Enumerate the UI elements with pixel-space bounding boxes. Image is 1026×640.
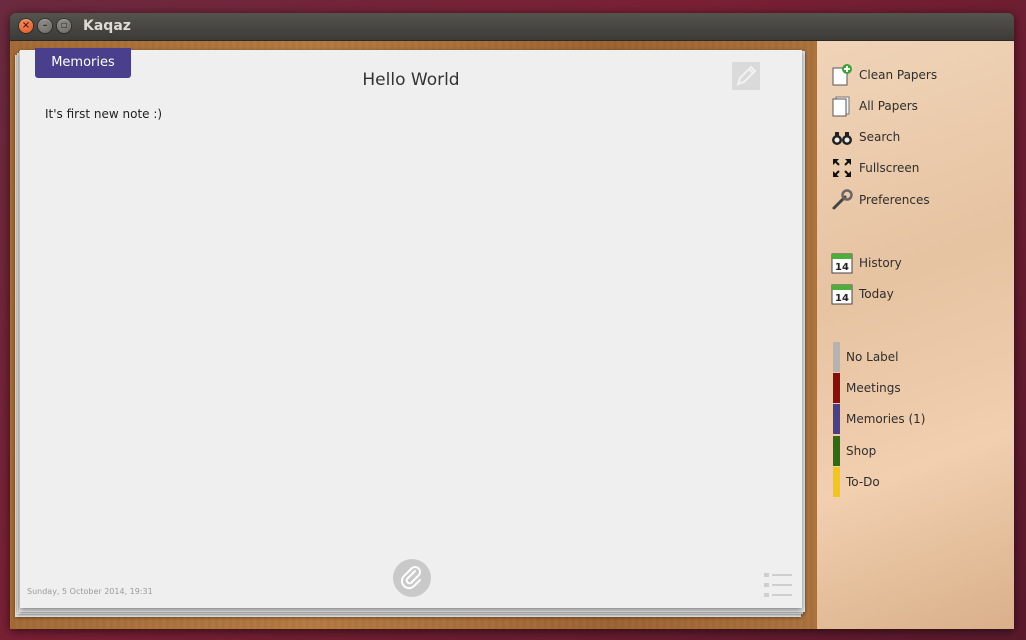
menu-item-preferences[interactable]: Preferences: [831, 188, 930, 212]
fullscreen-icon: [831, 157, 853, 179]
window-title: Kaqaz: [83, 18, 131, 34]
label-item-text: Shop: [846, 444, 877, 458]
menu-item-fullscreen[interactable]: Fullscreen: [831, 156, 919, 180]
label-color-swatch: [833, 404, 840, 434]
label-item-text: Memories (1): [846, 412, 926, 426]
label-item-memories[interactable]: Memories (1): [833, 404, 925, 434]
menu-item-clean-papers[interactable]: Clean Papers: [831, 63, 937, 87]
svg-text:14: 14: [835, 293, 849, 304]
menu-item-all-papers[interactable]: All Papers: [831, 94, 918, 118]
label-color-swatch: [833, 342, 840, 372]
label-item-text: Meetings: [846, 381, 901, 395]
wrench-icon: [831, 189, 853, 211]
attachment-button[interactable]: [393, 559, 431, 597]
label-item-to-do[interactable]: To-Do: [833, 467, 880, 497]
title-bar: × – ▫ Kaqaz: [10, 13, 1014, 41]
menu-item-search[interactable]: Search: [831, 125, 900, 149]
label-item-text: To-Do: [846, 475, 880, 489]
menu-item-label: Fullscreen: [859, 161, 920, 175]
menu-item-label: Today: [859, 287, 894, 301]
menu-item-label: All Papers: [859, 99, 918, 113]
paper-title[interactable]: Hello World: [20, 70, 802, 90]
label-color-swatch: [833, 436, 840, 466]
maximize-window-button[interactable]: ▫: [57, 19, 71, 33]
app-window: × – ▫ Kaqaz Memories Hello World It's fi…: [10, 13, 1014, 629]
main-area: Memories Hello World It's first new note…: [10, 41, 1014, 629]
svg-text:14: 14: [835, 262, 849, 273]
edit-pencil-icon[interactable]: [732, 62, 760, 90]
paperclip-icon: [400, 566, 421, 590]
menu-item-label: Preferences: [859, 193, 930, 207]
minimize-window-button[interactable]: –: [38, 19, 52, 33]
close-window-button[interactable]: ×: [19, 19, 33, 33]
label-item-no-label[interactable]: No Label: [833, 342, 899, 372]
menu-item-label: Clean Papers: [859, 68, 938, 82]
sidebar: Clean Papers All Papers Search Fullscree…: [817, 41, 1014, 629]
menu-item-history[interactable]: 14 History: [831, 251, 902, 275]
all-papers-icon: [831, 95, 853, 117]
label-item-meetings[interactable]: Meetings: [833, 373, 901, 403]
label-item-text: No Label: [846, 350, 899, 364]
calendar-icon: 14: [831, 283, 853, 305]
menu-item-label: Search: [859, 130, 901, 144]
clean-papers-icon: [831, 64, 853, 86]
label-color-swatch: [833, 373, 840, 403]
menu-item-label: History: [859, 256, 902, 270]
paper-body-text[interactable]: It's first new note :): [45, 107, 162, 121]
paper-date: Sunday, 5 October 2014, 19:31: [27, 587, 153, 596]
label-item-shop[interactable]: Shop: [833, 436, 876, 466]
list-icon[interactable]: [764, 572, 792, 598]
label-color-swatch: [833, 467, 840, 497]
note-paper[interactable]: Memories Hello World It's first new note…: [20, 48, 802, 608]
binoculars-icon: [831, 126, 853, 148]
calendar-icon: 14: [831, 252, 853, 274]
menu-item-today[interactable]: 14 Today: [831, 282, 894, 306]
